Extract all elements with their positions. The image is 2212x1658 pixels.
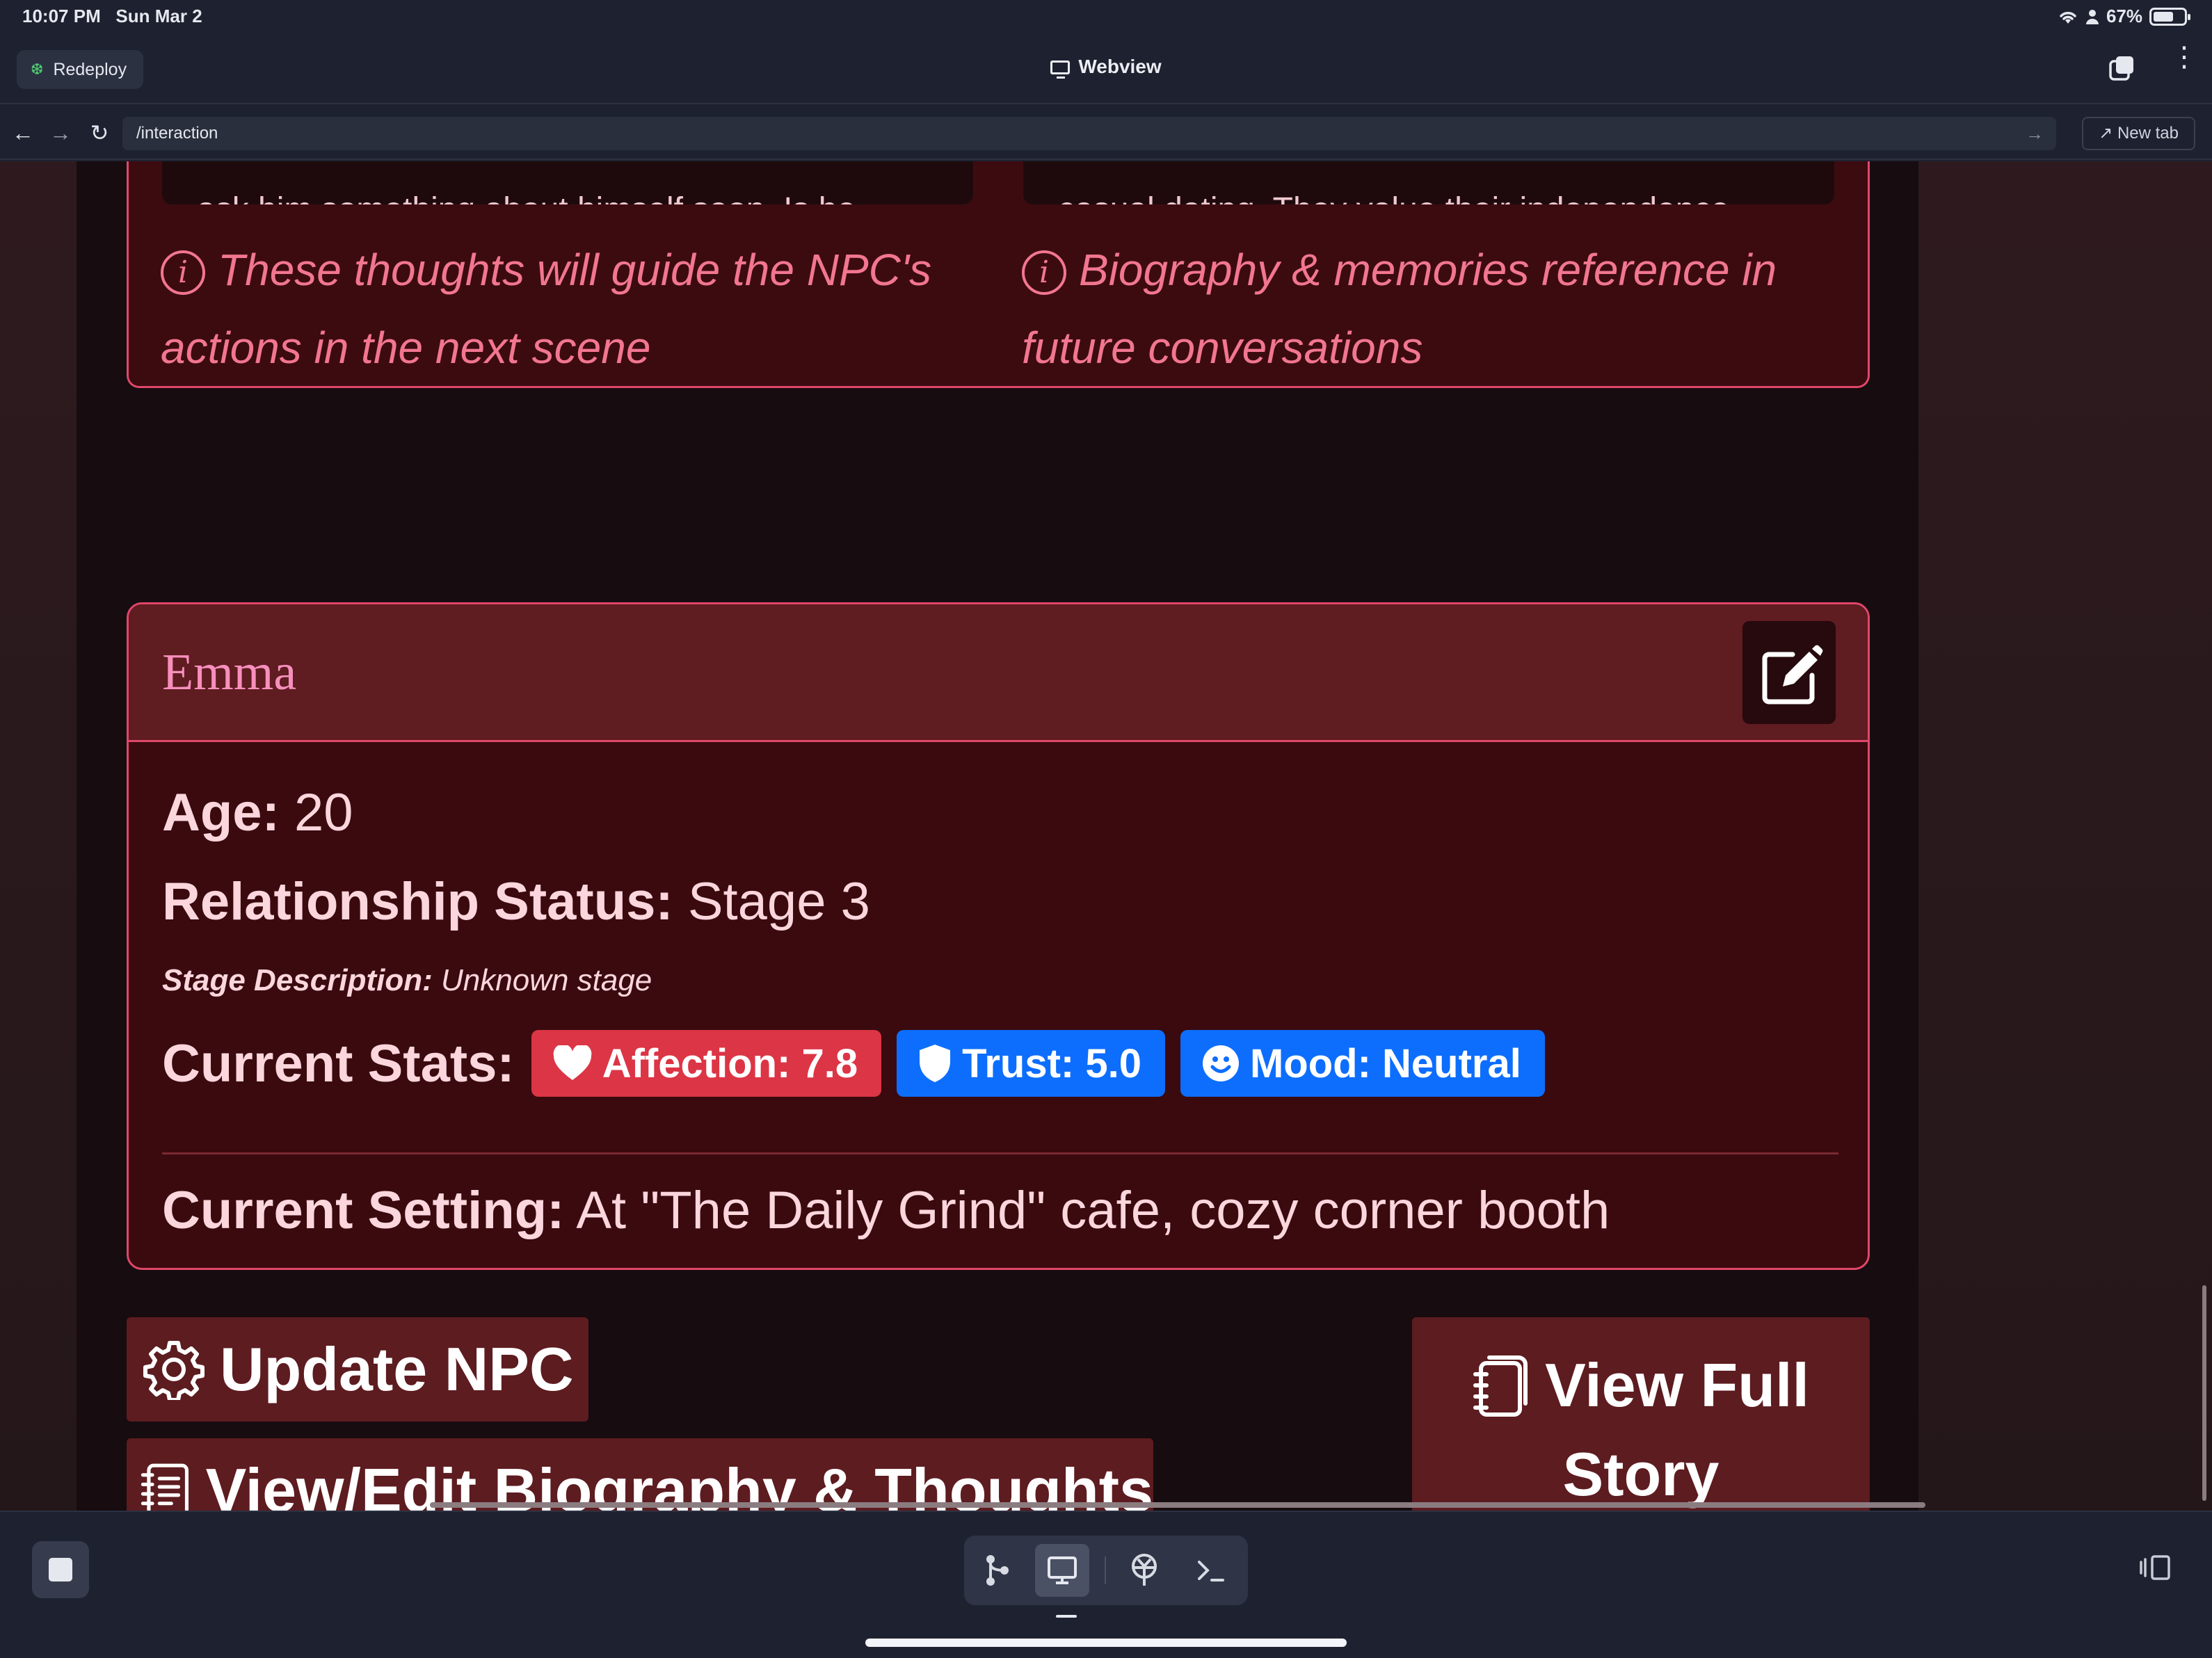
console-tab[interactable] <box>1184 1544 1238 1597</box>
affection-text: Affection: 7.8 <box>602 1040 858 1086</box>
monitor-icon <box>1050 61 1071 79</box>
view-biography-button[interactable]: View/Edit Biography & Thoughts <box>127 1438 1153 1511</box>
content-panel: ask him something about himself soon. Is… <box>77 161 1918 1511</box>
active-tab-indicator <box>1056 1615 1077 1618</box>
biography-hint-text: Biography & memories reference in future… <box>1022 245 1777 373</box>
monitor-icon <box>1048 1556 1077 1584</box>
journals-icon <box>1473 1355 1528 1417</box>
gear-icon <box>143 1341 205 1400</box>
card-divider <box>162 1152 1838 1154</box>
view-full-story-button[interactable]: View Full Story <box>1412 1317 1870 1511</box>
setting-value: At "The Daily Grind" cafe, cozy corner b… <box>576 1181 1610 1240</box>
webview-viewport: ask him something about himself soon. Is… <box>0 161 2212 1511</box>
window-title: Webview <box>0 56 2212 79</box>
thoughts-textarea[interactable]: ask him something about himself soon. Is… <box>162 161 973 204</box>
url-text: /interaction <box>136 124 218 143</box>
mood-badge: Mood: Neutral <box>1180 1030 1545 1097</box>
setting-row: Current Setting: At "The Daily Grind" ca… <box>162 1180 1610 1241</box>
stats-row: Current Stats: Affection: 7.8 Trust: 5.0 <box>162 1030 1545 1097</box>
update-npc-label: Update NPC <box>220 1335 574 1403</box>
biography-hint: i Biography & memories reference in futur… <box>1022 231 1836 387</box>
tabs-icon[interactable] <box>2108 54 2135 82</box>
app-bar: ❆ Redeploy Webview ⋮ <box>0 35 2212 104</box>
battery-icon <box>2149 7 2190 26</box>
trust-text: Trust: 5.0 <box>962 1040 1141 1086</box>
edit-npc-button[interactable] <box>1742 621 1836 724</box>
heart-icon <box>553 1045 592 1080</box>
branch-icon <box>986 1555 1009 1586</box>
age-label: Age: <box>162 783 280 842</box>
external-link-icon: ↗ <box>2099 124 2113 143</box>
wifi-icon <box>2060 11 2076 24</box>
battery-percent: 67% <box>2106 6 2142 26</box>
go-arrow-icon[interactable]: → <box>2026 117 2044 150</box>
stop-button[interactable] <box>32 1541 89 1598</box>
deploy-tab[interactable] <box>1117 1544 1171 1597</box>
tree-icon <box>1132 1554 1157 1586</box>
stage-description-row: Stage Description: Unknown stage <box>162 963 652 998</box>
back-arrow-icon[interactable]: ← <box>6 115 40 150</box>
url-input[interactable]: /interaction → <box>122 117 2056 150</box>
horizontal-scrollbar[interactable] <box>430 1502 1925 1508</box>
person-icon <box>2085 9 2099 24</box>
biography-textarea-text: casual dating. They value their independ… <box>1058 191 1729 204</box>
stats-label: Current Stats: <box>162 1033 515 1093</box>
thoughts-textarea-text: ask him something about himself soon. Is… <box>197 191 856 204</box>
stage-description-label: Stage Description: <box>162 963 433 997</box>
webview-tab[interactable] <box>1035 1544 1089 1597</box>
thoughts-hint-text: These thoughts will guide the NPC's acti… <box>161 245 932 373</box>
biography-textarea[interactable]: casual dating. They value their independ… <box>1023 161 1834 204</box>
view-full-story-label: View Full Story <box>1473 1341 1809 1511</box>
smile-icon <box>1202 1045 1239 1081</box>
thoughts-hint: i These thoughts will guide the NPC's act… <box>161 231 975 387</box>
shield-icon <box>920 1045 951 1082</box>
window-title-text: Webview <box>1078 56 1162 77</box>
setting-label: Current Setting: <box>162 1181 565 1240</box>
relationship-value: Stage 3 <box>687 872 870 931</box>
vertical-scrollbar[interactable] <box>2202 1285 2206 1501</box>
view-switcher <box>964 1536 1248 1605</box>
relationship-label: Relationship Status: <box>162 872 673 931</box>
view-switcher-separator <box>1105 1556 1106 1584</box>
home-indicator <box>865 1639 1347 1647</box>
stage-description-value: Unknown stage <box>440 963 652 997</box>
new-tab-button[interactable]: ↗ New tab <box>2082 117 2195 150</box>
relationship-row: Relationship Status: Stage 3 <box>162 871 870 932</box>
split-view-icon[interactable] <box>2138 1554 2172 1581</box>
new-tab-label: New tab <box>2117 124 2179 143</box>
age-value: 20 <box>294 783 353 842</box>
status-right: 67% <box>2058 6 2190 27</box>
edit-square-icon <box>1762 645 1823 705</box>
npc-card: Emma Age: 20 Relationship Status: Stage … <box>127 602 1870 1270</box>
view-full-story-line1: View Full <box>1545 1351 1809 1419</box>
npc-name: Emma <box>162 644 297 701</box>
mood-text: Mood: Neutral <box>1249 1040 1521 1086</box>
more-vertical-icon[interactable]: ⋮ <box>2170 43 2198 85</box>
status-time: 10:07 PM Sun Mar 2 <box>22 6 202 26</box>
update-npc-button[interactable]: Update NPC <box>127 1317 588 1422</box>
reload-icon[interactable]: ↻ <box>82 115 117 150</box>
npc-card-header: Emma <box>129 604 1868 742</box>
view-full-story-line2: Story <box>1562 1440 1720 1508</box>
forward-arrow-icon[interactable]: → <box>43 115 78 150</box>
journal-text-icon <box>141 1463 189 1511</box>
terminal-icon <box>1198 1561 1224 1581</box>
url-bar: ← → ↻ /interaction → ↗ New tab <box>0 106 2212 160</box>
age-row: Age: 20 <box>162 782 353 843</box>
thoughts-card: ask him something about himself soon. Is… <box>127 161 1870 388</box>
status-bar: 10:07 PM Sun Mar 2 67% <box>0 0 2212 35</box>
bottom-toolbar <box>0 1511 2212 1658</box>
trust-badge: Trust: 5.0 <box>897 1030 1165 1097</box>
git-branch-tab[interactable] <box>970 1544 1024 1597</box>
affection-badge: Affection: 7.8 <box>531 1030 882 1097</box>
info-circle-icon: i <box>1022 250 1066 295</box>
info-circle-icon: i <box>161 250 205 295</box>
